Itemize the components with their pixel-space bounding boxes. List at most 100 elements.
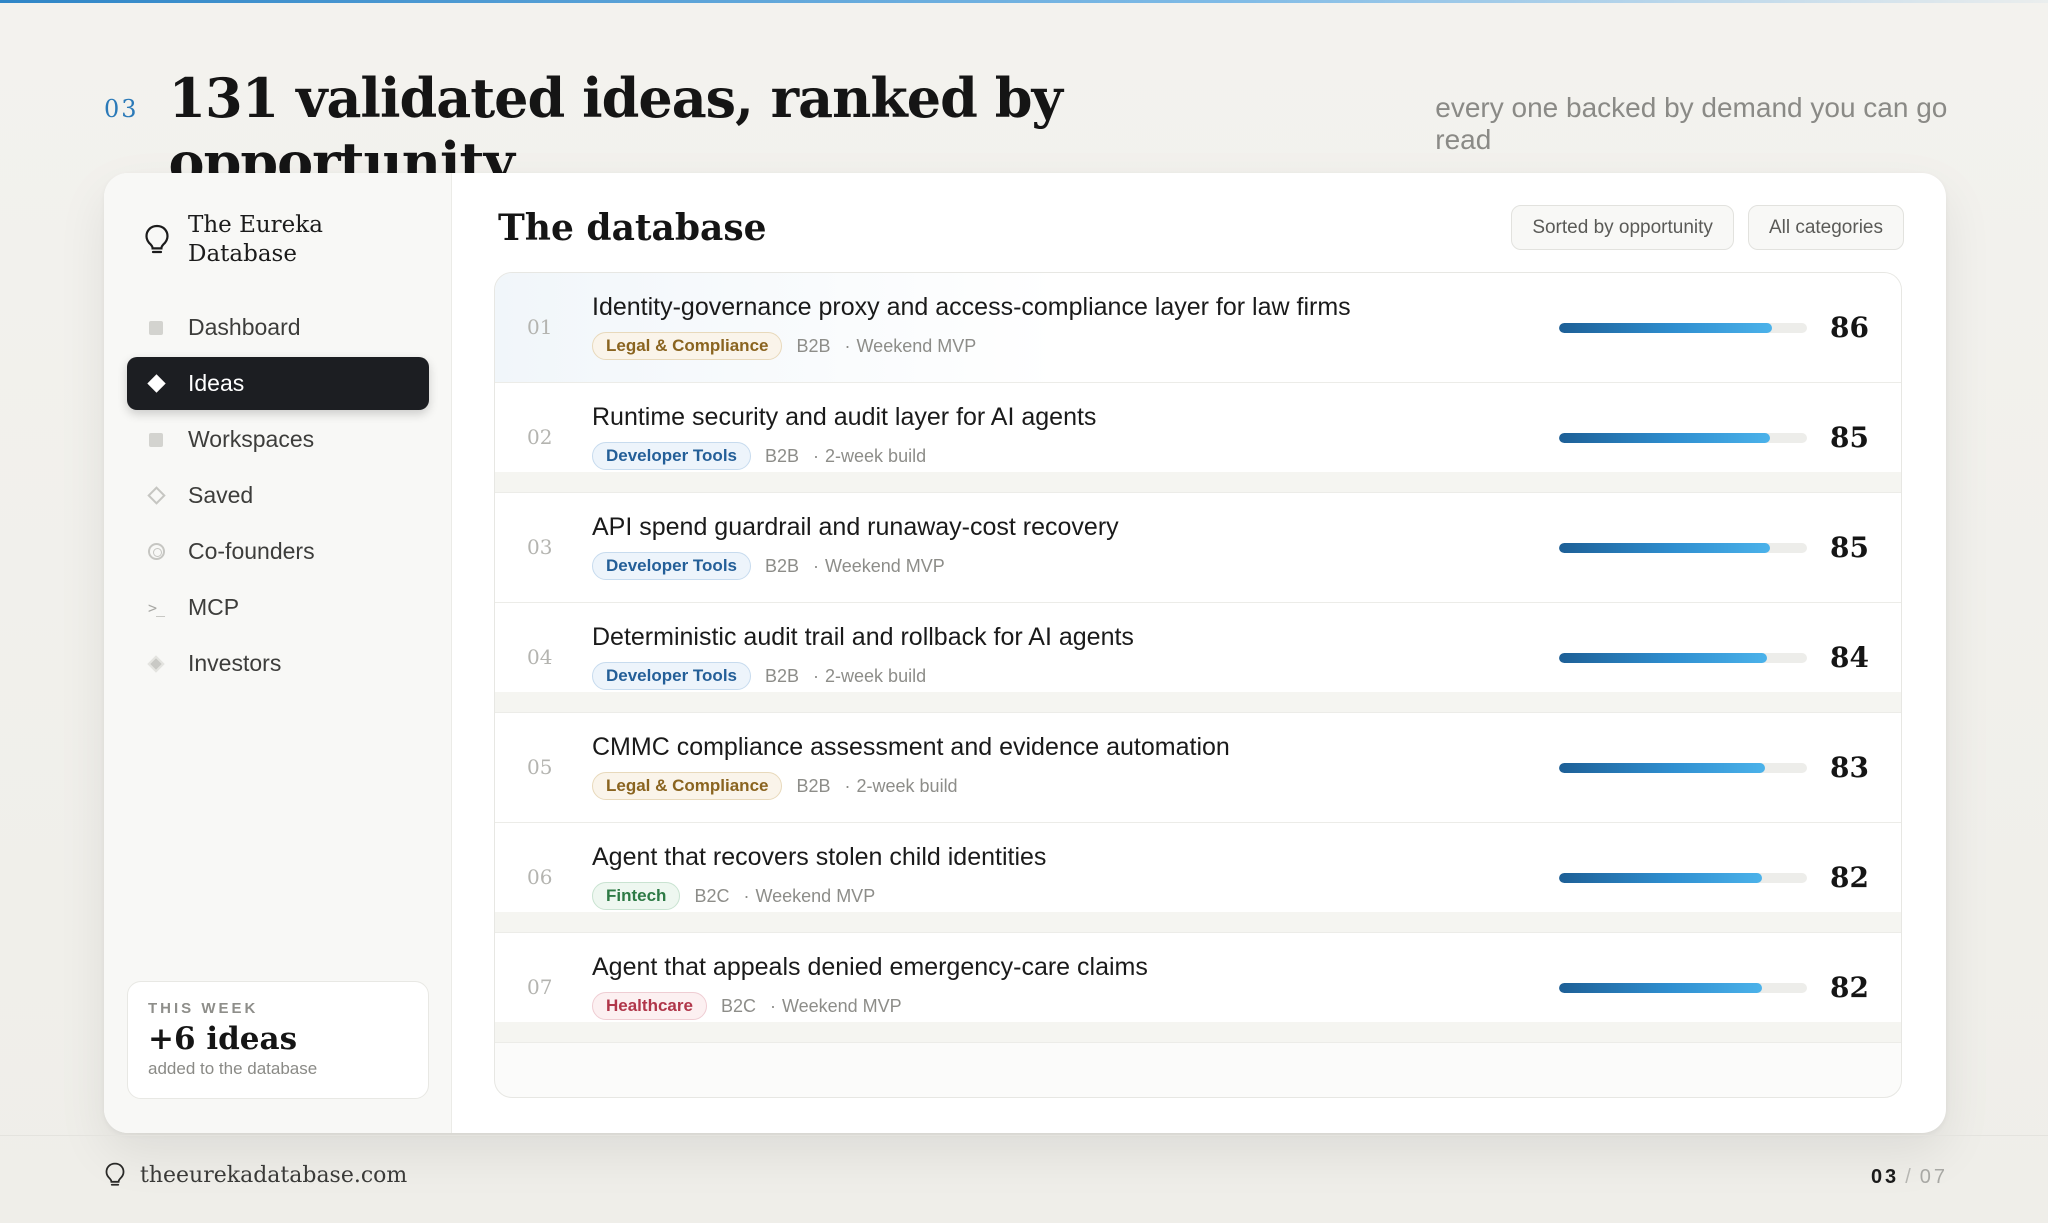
effort-label: 2-week build xyxy=(825,665,927,686)
row-shade xyxy=(495,912,1901,932)
opportunity-bar-fill xyxy=(1559,983,1763,993)
idea-row[interactable]: 01 Identity-governance proxy and access-c… xyxy=(495,273,1901,383)
idea-title[interactable]: Agent that appeals denied emergency-care… xyxy=(592,953,1148,982)
opportunity-bar-fill xyxy=(1559,653,1768,663)
footer-divider xyxy=(0,1135,2048,1136)
opportunity-bar xyxy=(1559,653,1807,663)
brand[interactable]: The Eureka Database xyxy=(144,211,348,269)
opportunity-bar xyxy=(1559,873,1807,883)
opportunity-score: 85 xyxy=(1830,421,1869,454)
idea-info: CMMC compliance assessment and evidence … xyxy=(592,733,1230,800)
effort-label: 2-week build xyxy=(856,775,958,796)
sidebar-item-label: Co-founders xyxy=(188,538,315,564)
filter-bar: Sorted by opportunity All categories xyxy=(1497,205,1904,250)
this-week-note: added to the database xyxy=(148,1059,318,1078)
idea-rank: 07 xyxy=(527,975,553,999)
meta-separator: · xyxy=(844,775,851,796)
brand-name: The Eureka Database xyxy=(188,212,323,267)
square-icon xyxy=(147,319,165,337)
idea-info: Agent that recovers stolen child identit… xyxy=(592,843,1046,910)
idea-title[interactable]: Identity-governance proxy and access-com… xyxy=(592,293,1351,322)
idea-row[interactable]: 03 API spend guardrail and runaway-cost r… xyxy=(495,493,1901,603)
sort-dropdown[interactable]: Sorted by opportunity xyxy=(1511,205,1734,250)
idea-meta: Developer Tools B2B · 2-week build xyxy=(592,662,1134,690)
idea-row[interactable]: 04 Deterministic audit trail and rollback… xyxy=(495,603,1901,713)
sidebar-item-dashboard[interactable]: Dashboard xyxy=(127,301,429,354)
sidebar-item-co-founders[interactable]: Co-founders xyxy=(127,525,429,578)
idea-rank: 05 xyxy=(527,755,553,779)
market-label: B2B xyxy=(765,665,800,686)
this-week-card: THIS WEEK +6 ideas added to the database xyxy=(127,981,429,1099)
market-label: B2B xyxy=(796,775,831,796)
this-week-label: THIS WEEK xyxy=(148,1000,259,1017)
sidebar-item-ideas[interactable]: Ideas xyxy=(127,357,429,410)
idea-title[interactable]: Runtime security and audit layer for AI … xyxy=(592,403,1096,432)
effort-label: Weekend MVP xyxy=(755,885,876,906)
idea-rank: 06 xyxy=(527,865,553,889)
idea-row[interactable]: 02 Runtime security and audit layer for A… xyxy=(495,383,1901,493)
opportunity-bar xyxy=(1559,983,1807,993)
idea-meta: Legal & Compliance B2B · 2-week build xyxy=(592,772,1230,800)
meta-separator: · xyxy=(813,665,820,686)
opportunity-score: 84 xyxy=(1830,641,1869,674)
top-accent-line xyxy=(0,0,2048,3)
effort-label: Weekend MVP xyxy=(856,335,977,356)
idea-row[interactable]: 07 Agent that appeals denied emergency-ca… xyxy=(495,933,1901,1043)
opportunity-bar-fill xyxy=(1559,433,1770,443)
idea-meta: Legal & Compliance B2B · Weekend MVP xyxy=(592,332,1351,360)
sidebar-item-mcp[interactable]: >_ MCP xyxy=(127,581,429,634)
idea-info: Agent that appeals denied emergency-care… xyxy=(592,953,1148,1020)
category-tag[interactable]: Developer Tools xyxy=(592,442,751,470)
effort-label: 2-week build xyxy=(825,445,927,466)
opportunity-bar xyxy=(1559,323,1807,333)
opportunity-bar-fill xyxy=(1559,763,1765,773)
idea-title[interactable]: API spend guardrail and runaway-cost rec… xyxy=(592,513,1119,542)
market-label: B2B xyxy=(796,335,831,356)
idea-title[interactable]: Deterministic audit trail and rollback f… xyxy=(592,623,1134,652)
meta-separator: · xyxy=(813,555,820,576)
idea-title[interactable]: CMMC compliance assessment and evidence … xyxy=(592,733,1230,762)
meta-separator: · xyxy=(813,445,820,466)
opportunity-score: 85 xyxy=(1830,531,1869,564)
this-week-count: +6 ideas xyxy=(148,1021,298,1057)
effort-label: Weekend MVP xyxy=(781,995,902,1016)
idea-row[interactable]: 06 Agent that recovers stolen child ident… xyxy=(495,823,1901,933)
circle-icon xyxy=(147,543,165,561)
category-tag[interactable]: Legal & Compliance xyxy=(592,332,783,360)
lightbulb-icon xyxy=(145,224,169,254)
category-tag[interactable]: Healthcare xyxy=(592,992,707,1020)
square-icon xyxy=(147,431,165,449)
opportunity-bar xyxy=(1559,543,1807,553)
category-tag[interactable]: Legal & Compliance xyxy=(592,772,783,800)
category-tag[interactable]: Developer Tools xyxy=(592,552,751,580)
idea-rank: 03 xyxy=(527,535,553,559)
effort-label: Weekend MVP xyxy=(825,555,945,576)
idea-row[interactable]: 05 CMMC compliance assessment and evidenc… xyxy=(495,713,1901,823)
sidebar-item-investors[interactable]: Investors xyxy=(127,637,429,690)
sidebar-item-label: MCP xyxy=(188,594,240,620)
opportunity-score: 83 xyxy=(1830,751,1869,784)
sidebar-item-workspaces[interactable]: Workspaces xyxy=(127,413,429,466)
page-total: 07 xyxy=(1919,1166,1948,1188)
slide-number: 03 xyxy=(104,95,139,123)
sidebar-item-saved[interactable]: Saved xyxy=(127,469,429,522)
category-tag[interactable]: Fintech xyxy=(592,882,681,910)
sidebar-nav: Dashboard Ideas Workspaces Saved Co-foun… xyxy=(127,301,429,693)
market-label: B2C xyxy=(720,995,756,1016)
category-tag[interactable]: Developer Tools xyxy=(592,662,751,690)
opportunity-score: 86 xyxy=(1830,311,1869,344)
idea-meta: Healthcare B2C · Weekend MVP xyxy=(592,992,1148,1020)
terminal-icon: >_ xyxy=(147,598,165,617)
sidebar-item-label: Dashboard xyxy=(188,314,301,340)
opportunity-score: 82 xyxy=(1830,861,1869,894)
idea-title[interactable]: Agent that recovers stolen child identit… xyxy=(592,843,1046,872)
idea-info: Deterministic audit trail and rollback f… xyxy=(592,623,1134,690)
sidebar: The Eureka Database Dashboard Ideas Work… xyxy=(104,173,452,1133)
idea-rank: 01 xyxy=(527,315,553,339)
category-dropdown[interactable]: All categories xyxy=(1747,205,1904,250)
idea-info: Identity-governance proxy and access-com… xyxy=(592,293,1351,360)
idea-info: API spend guardrail and runaway-cost rec… xyxy=(592,513,1119,580)
footer-url: theeurekadatabase.com xyxy=(140,1162,408,1188)
row-shade xyxy=(495,1022,1901,1042)
slide-header: 03 131 validated ideas, ranked by opport… xyxy=(104,66,2004,194)
